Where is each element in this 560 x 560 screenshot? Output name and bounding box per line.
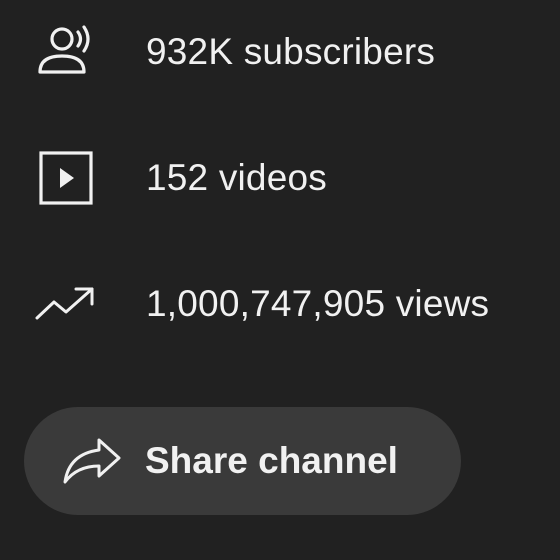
share-arrow-icon	[58, 431, 126, 491]
video-count: 152 videos	[146, 157, 327, 198]
subscriber-count-row: 932K subscribers	[34, 22, 435, 82]
view-count: 1,000,747,905 views	[146, 283, 490, 324]
video-play-icon	[34, 148, 98, 208]
subscribers-icon	[34, 22, 98, 82]
view-count-row: 1,000,747,905 views	[34, 274, 489, 334]
share-channel-button[interactable]: Share channel	[24, 407, 461, 515]
share-channel-label: Share channel	[145, 440, 398, 481]
trending-icon	[34, 274, 98, 334]
video-count-row: 152 videos	[34, 148, 327, 208]
subscriber-count: 932K subscribers	[146, 31, 436, 72]
